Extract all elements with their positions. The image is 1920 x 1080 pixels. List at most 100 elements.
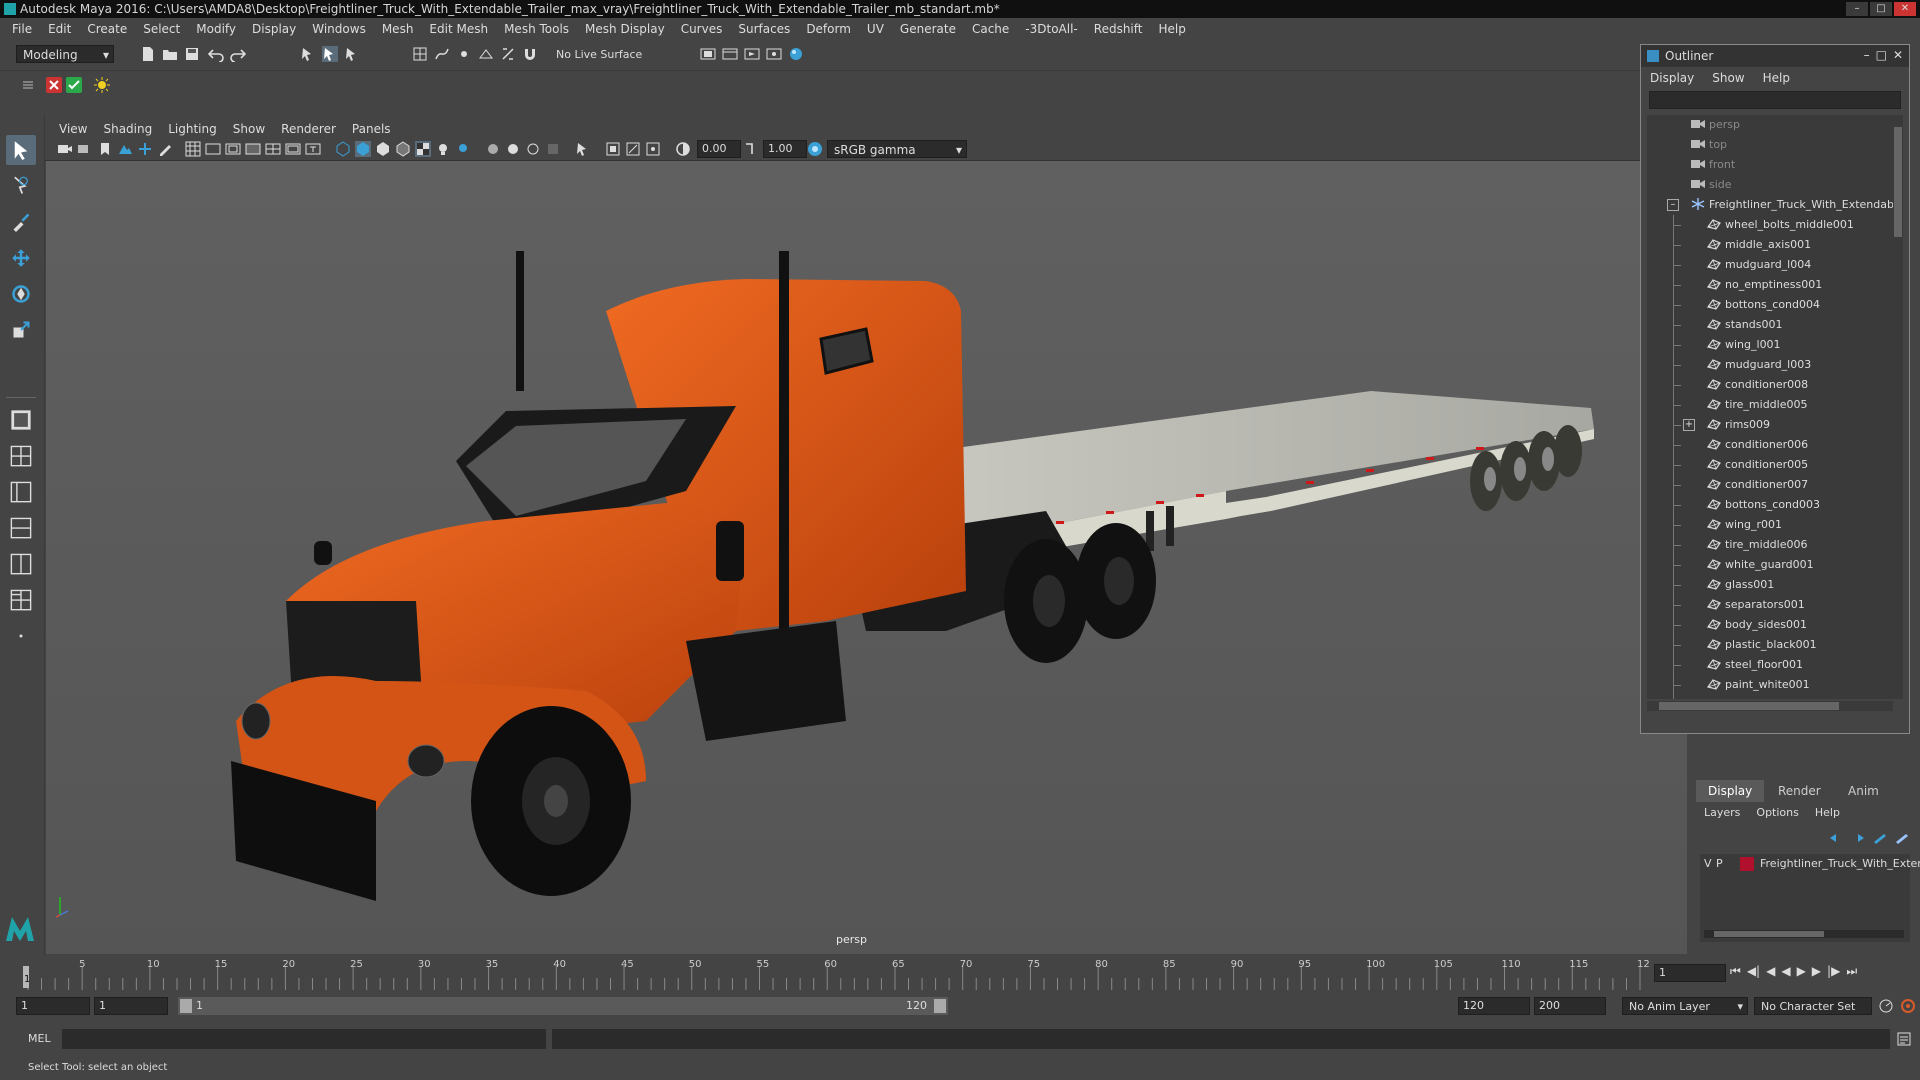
outliner-mesh-row[interactable]: mudguard_l004 (1647, 255, 1893, 275)
menu-cache[interactable]: Cache (964, 22, 1017, 36)
outliner-mesh-row[interactable]: wing_r001 (1647, 515, 1893, 535)
menu-modify[interactable]: Modify (188, 22, 244, 36)
tab-render[interactable]: Render (1766, 780, 1833, 802)
persp-graph-layout-button[interactable] (6, 513, 36, 543)
outliner-mesh-row[interactable]: body_sides001 (1647, 615, 1893, 635)
snap-to-point-icon[interactable] (456, 46, 472, 62)
mode-dropdown[interactable]: Modeling ▾ (16, 45, 114, 63)
outliner-camera-row[interactable]: side (1647, 175, 1893, 195)
outliner-minimize-button[interactable]: – (1864, 48, 1870, 62)
undo-icon[interactable] (208, 46, 224, 62)
layer-row[interactable]: V P Freightliner_Truck_With_Exten (1700, 854, 1920, 874)
snap-to-curve-icon[interactable] (434, 46, 450, 62)
render-frame-icon[interactable] (700, 46, 716, 62)
outliner-mesh-row[interactable]: tire_middle005 (1647, 395, 1893, 415)
film-gate-icon[interactable] (205, 141, 221, 157)
menu-mesh-display[interactable]: Mesh Display (577, 22, 673, 36)
outliner-mesh-row[interactable]: wing_l001 (1647, 335, 1893, 355)
outliner-mesh-row[interactable]: +rims006 (1647, 695, 1893, 699)
four-view-layout-button[interactable] (6, 441, 36, 471)
select-tool-button[interactable] (6, 135, 36, 165)
outliner-mesh-row[interactable]: separators001 (1647, 595, 1893, 615)
step-back-frame-icon[interactable]: ◀ (1766, 964, 1775, 979)
move-tool-button[interactable] (6, 243, 36, 273)
wireframe-on-shaded-icon[interactable] (395, 141, 411, 157)
perspective-viewport[interactable] (46, 161, 1687, 954)
outliner-mesh-row[interactable]: paint_white001 (1647, 675, 1893, 695)
xray-joints-icon[interactable] (625, 141, 641, 157)
outliner-mesh-row[interactable]: bottons_cond004 (1647, 295, 1893, 315)
collapse-toggle-icon[interactable]: – (1667, 199, 1679, 211)
end-time-field[interactable]: 200 (1534, 997, 1606, 1015)
outliner-mesh-row[interactable]: bottons_cond003 (1647, 495, 1893, 515)
playback-start-field[interactable]: 1 (94, 997, 168, 1015)
outliner-mesh-row[interactable]: glass001 (1647, 575, 1893, 595)
tab-display[interactable]: Display (1696, 780, 1765, 802)
expand-toggle-icon[interactable]: + (1683, 419, 1695, 431)
render-view-icon[interactable] (722, 46, 738, 62)
snap-to-grid-icon[interactable] (412, 46, 428, 62)
menu-display[interactable]: Display (244, 22, 304, 36)
anti-aliasing-icon[interactable] (525, 141, 541, 157)
start-time-field[interactable]: 1 (16, 997, 90, 1015)
move-layer-down-icon[interactable] (1850, 830, 1866, 846)
tab-anim[interactable]: Anim (1836, 780, 1891, 802)
character-set-dropdown[interactable]: No Character Set (1754, 997, 1872, 1015)
outliner-group-row[interactable]: – Freightliner_Truck_With_Extendable (1647, 195, 1893, 215)
lasso-tool-button[interactable] (6, 171, 36, 201)
sun-light-icon[interactable] (94, 77, 110, 93)
close-button[interactable]: ✕ (1894, 2, 1916, 16)
menu-uv[interactable]: UV (859, 22, 892, 36)
outliner-mesh-row[interactable]: middle_axis001 (1647, 235, 1893, 255)
outliner-mesh-row[interactable]: no_emptiness001 (1647, 275, 1893, 295)
panel-menu-lighting[interactable]: Lighting (160, 122, 225, 136)
menu-redshift[interactable]: Redshift (1086, 22, 1151, 36)
panel-menu-renderer[interactable]: Renderer (273, 122, 344, 136)
wireframe-icon[interactable] (335, 141, 351, 157)
select-by-hierarchy-icon[interactable] (300, 46, 316, 62)
accept-icon[interactable] (66, 77, 82, 93)
command-language-label[interactable]: MEL (28, 1032, 51, 1045)
anim-layer-dropdown[interactable]: No Anim Layer ▾ (1622, 997, 1748, 1015)
close-shelf-icon[interactable] (46, 77, 62, 93)
layers-menu-help[interactable]: Help (1807, 806, 1848, 819)
render-settings-icon[interactable] (766, 46, 782, 62)
outliner-mesh-row[interactable]: + rims009 (1647, 415, 1893, 435)
gamma-icon[interactable] (743, 141, 759, 157)
auto-key-icon[interactable] (1878, 998, 1894, 1014)
shadows-icon[interactable] (455, 141, 471, 157)
outliner-mesh-row[interactable]: wheel_bolts_middle001 (1647, 215, 1893, 235)
textured-icon[interactable] (415, 141, 431, 157)
gate-mask-icon[interactable] (245, 141, 261, 157)
panel-menu-shading[interactable]: Shading (95, 122, 160, 136)
outliner-search-input[interactable] (1649, 91, 1901, 109)
menu-generate[interactable]: Generate (892, 22, 964, 36)
isolate-select-icon[interactable] (575, 141, 591, 157)
camera-attributes-icon[interactable] (77, 141, 93, 157)
paint-select-tool-button[interactable] (6, 207, 36, 237)
scale-tool-button[interactable] (6, 315, 36, 345)
open-scene-icon[interactable] (162, 46, 178, 62)
gamma-field[interactable]: 1.00 (763, 140, 807, 158)
range-end-handle[interactable] (934, 999, 946, 1013)
select-by-object-icon[interactable] (322, 46, 338, 62)
layer-playback-toggle[interactable]: P (1716, 857, 1723, 870)
menu-mesh-tools[interactable]: Mesh Tools (496, 22, 577, 36)
use-all-lights-icon[interactable] (435, 141, 451, 157)
outliner-menu-show[interactable]: Show (1703, 69, 1753, 89)
outliner-menu-help[interactable]: Help (1754, 69, 1799, 89)
layers-menu-layers[interactable]: Layers (1696, 806, 1748, 819)
motion-blur-icon[interactable] (505, 141, 521, 157)
menu-3dtoall[interactable]: -3DtoAll- (1017, 22, 1085, 36)
image-plane-icon[interactable] (117, 141, 133, 157)
panel-menu-view[interactable]: View (51, 122, 95, 136)
step-forward-key-icon[interactable]: |▶ (1827, 964, 1840, 979)
magnet-icon[interactable] (522, 46, 538, 62)
camera-select-icon[interactable] (57, 141, 73, 157)
resolution-gate-icon[interactable] (225, 141, 241, 157)
time-slider[interactable]: 5 10 15 20 25 30 35 40 45 50 55 60 65 70 75 80 85 90 95 100… (22, 956, 1656, 990)
grid-toggle-icon[interactable] (185, 141, 201, 157)
menu-help[interactable]: Help (1150, 22, 1193, 36)
playback-end-field[interactable]: 120 (1458, 997, 1530, 1015)
step-forward-frame-icon[interactable]: ▶ (1812, 964, 1821, 979)
